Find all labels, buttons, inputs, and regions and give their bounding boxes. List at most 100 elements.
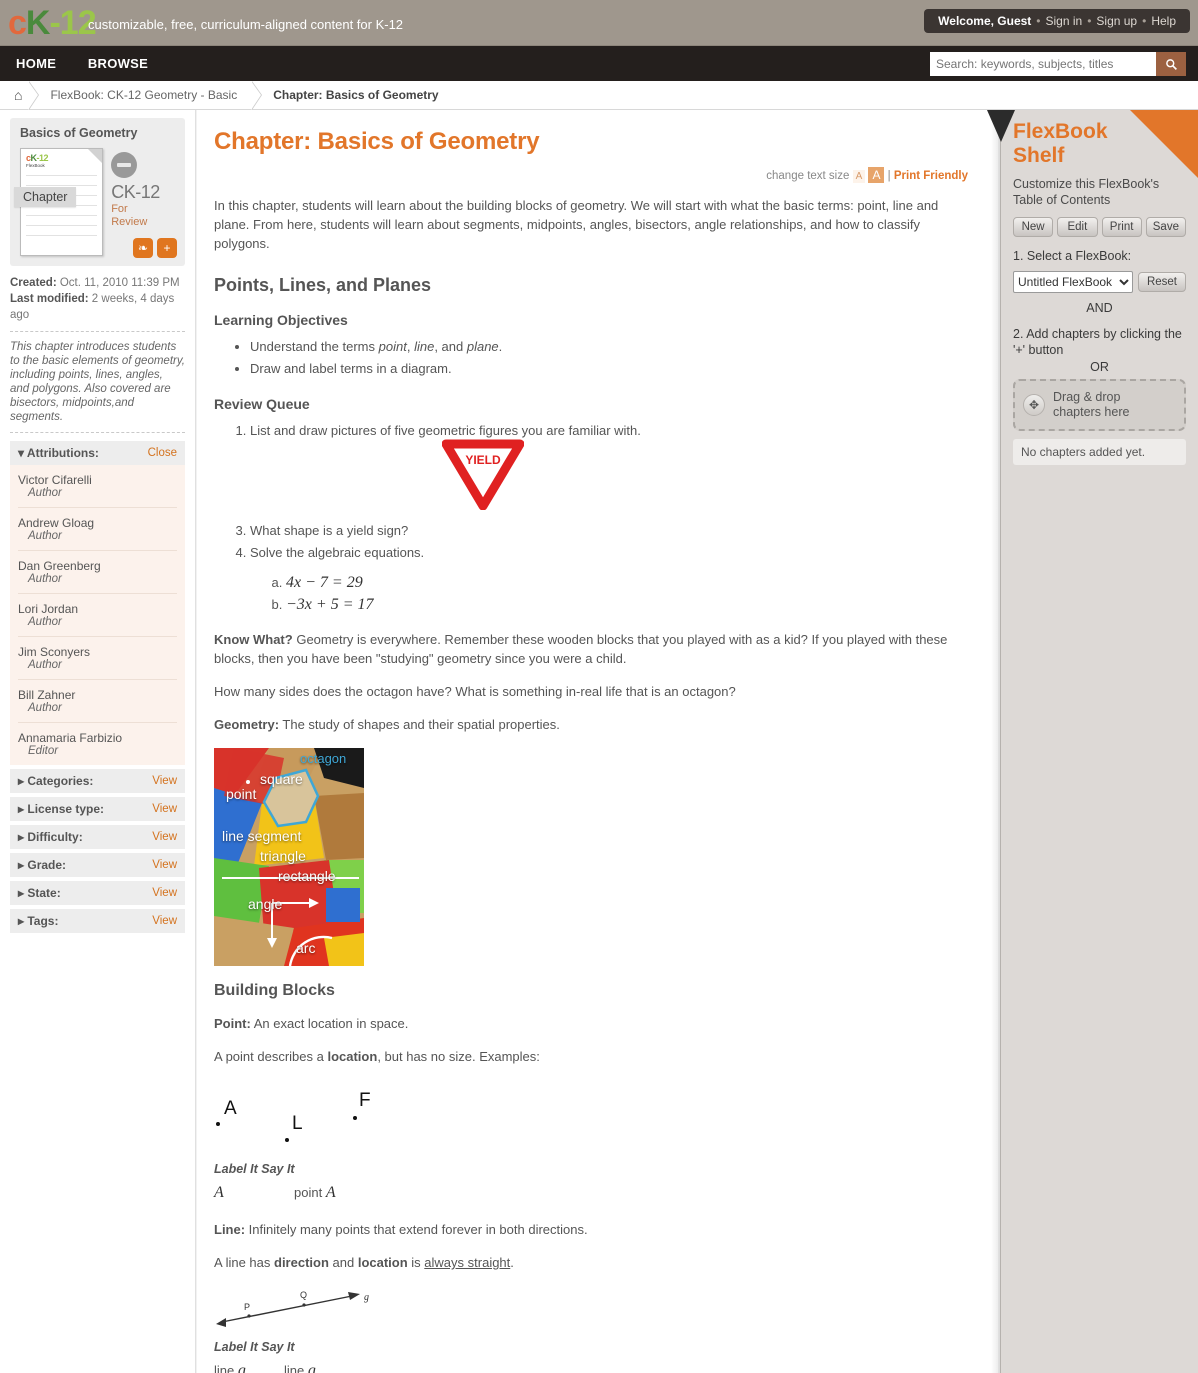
breadcrumb-item-flexbook[interactable]: FlexBook: CK-12 Geometry - Basic xyxy=(38,81,251,110)
sidebar: Basics of Geometry cK-12 FlexBook Chapte… xyxy=(0,110,196,1373)
shelf-button-print[interactable]: Print xyxy=(1101,217,1142,237)
accordion-label: ▸ License type: xyxy=(18,802,105,816)
crumb-arrow-2 xyxy=(251,80,262,110)
accordion-label: ▸ Tags: xyxy=(18,914,59,928)
metadata: Created: Oct. 11, 2010 11:39 PM Last mod… xyxy=(10,275,185,323)
point-desc-part2: , but has no size. Examples: xyxy=(377,1049,540,1064)
shelf-button-edit[interactable]: Edit xyxy=(1057,217,1098,237)
svg-text:P: P xyxy=(244,1302,250,1312)
sep-2: • xyxy=(1087,14,1092,28)
label-point: point xyxy=(226,786,257,802)
point-description: A point describes a location, but has no… xyxy=(214,1047,968,1066)
toolbar-divider: | xyxy=(887,170,891,182)
thumb-chapter-label: Chapter xyxy=(14,187,77,207)
reset-button[interactable]: Reset xyxy=(1137,272,1186,292)
no-entry-icon xyxy=(111,152,138,178)
attribution-row: Bill Zahner Author xyxy=(18,680,177,723)
point-definition: Point: An exact location in space. xyxy=(214,1014,968,1033)
sidebar-accordion-state[interactable]: ▸ State: View xyxy=(10,881,185,905)
label-line-segment: line segment xyxy=(222,828,302,844)
attribution-role: Author xyxy=(28,659,62,671)
accordion-view-link[interactable]: View xyxy=(152,775,177,787)
sign-in-link[interactable]: Sign in xyxy=(1046,14,1083,28)
attribution-name: Lori Jordan xyxy=(18,602,79,616)
shelf-button-new[interactable]: New xyxy=(1013,217,1054,237)
label-angle: angle xyxy=(248,896,283,912)
accordion-label: ▸ Difficulty: xyxy=(18,830,83,844)
drop-text-line2: chapters here xyxy=(1053,405,1130,419)
accordion-view-link[interactable]: View xyxy=(152,859,177,871)
chapter-thumbnail[interactable]: cK-12 FlexBook Chapter xyxy=(14,148,104,256)
breadcrumb: ⌂ FlexBook: CK-12 Geometry - Basic Chapt… xyxy=(0,80,1198,110)
point-desc-bold: location xyxy=(327,1049,378,1064)
sidebar-accordion-difficulty[interactable]: ▸ Difficulty: View xyxy=(10,825,185,849)
sidebar-accordions: ▸ Categories: View ▸ License type: View ▸ Di… xyxy=(10,769,185,933)
created-value: Oct. 11, 2010 11:39 PM xyxy=(59,277,180,289)
shelf-shadow xyxy=(991,110,1001,1373)
nav-browse[interactable]: BROWSE xyxy=(76,46,160,81)
yield-sign-figure: YIELD xyxy=(232,439,968,520)
breadcrumb-item-chapter: Chapter: Basics of Geometry xyxy=(273,87,439,102)
flexbook-select-row: Untitled FlexBook Reset xyxy=(1013,271,1186,293)
help-link[interactable]: Help xyxy=(1151,14,1176,28)
list-item: Draw and label terms in a diagram. xyxy=(250,358,968,380)
thumb-sub: FlexBook xyxy=(26,163,45,168)
point-dot xyxy=(246,780,250,784)
accordion-label: ▸ State: xyxy=(18,886,61,900)
shelf-button-save[interactable]: Save xyxy=(1145,217,1186,237)
drag-drop-zone[interactable]: ✥ Drag & drop chapters here xyxy=(1013,379,1186,431)
learning-objectives-heading: Learning Objectives xyxy=(214,312,348,328)
geometry-definition: Geometry: The study of shapes and their … xyxy=(214,715,968,734)
sidebar-accordion-tags[interactable]: ▸ Tags: View xyxy=(10,909,185,933)
flexbook-select[interactable]: Untitled FlexBook xyxy=(1013,271,1133,293)
list-item: Solve the algebraic equations. 4x − 7 = … xyxy=(250,542,968,616)
created-label: Created: xyxy=(10,277,57,289)
move-icon: ✥ xyxy=(1023,394,1045,416)
text-size-large-button[interactable]: A xyxy=(868,167,885,183)
page-title: Chapter: Basics of Geometry xyxy=(214,128,540,155)
attributions-close[interactable]: Close xyxy=(148,447,177,459)
review-queue-heading: Review Queue xyxy=(214,396,310,412)
attribution-row: Jim Sconyers Author xyxy=(18,637,177,680)
text-size-controls: change text size A A | Print Friendly xyxy=(214,167,968,183)
empty-chapters-message: No chapters added yet. xyxy=(1013,439,1186,465)
intro-paragraph: In this chapter, students will learn abo… xyxy=(214,198,939,251)
line-notation-label-1: line g xyxy=(214,1362,246,1373)
chapter-card: Basics of Geometry cK-12 FlexBook Chapte… xyxy=(10,118,185,266)
text-size-small-button[interactable]: A xyxy=(852,170,866,183)
accordion-view-link[interactable]: View xyxy=(152,915,177,927)
section-heading-points-lines-planes: Points, Lines, and Planes xyxy=(214,275,432,295)
home-icon[interactable]: ⌂ xyxy=(10,87,28,103)
nav-home[interactable]: HOME xyxy=(4,46,68,81)
created-row: Created: Oct. 11, 2010 11:39 PM xyxy=(10,275,185,291)
sign-up-link[interactable]: Sign up xyxy=(1096,14,1137,28)
line-desc-underline: always straight xyxy=(424,1255,511,1270)
sidebar-accordion-licensetype[interactable]: ▸ License type: View xyxy=(10,797,185,821)
list-item: What shape is a yield sign? xyxy=(250,520,968,542)
plus-icon[interactable]: + xyxy=(157,238,177,258)
share-icon[interactable]: ❧ xyxy=(133,238,153,258)
sep-3: • xyxy=(1142,14,1147,28)
flexbook-shelf-panel: FlexBook Shelf Customize this FlexBook's… xyxy=(987,110,1198,1373)
search-button[interactable] xyxy=(1156,52,1186,76)
accordion-view-link[interactable]: View xyxy=(152,887,177,899)
review-line-2: Review xyxy=(111,216,148,228)
divider-2 xyxy=(10,432,185,433)
site-tagline: customizable, free, curriculum-aligned c… xyxy=(88,17,404,32)
change-text-size-label: change text size xyxy=(766,170,850,182)
sidebar-accordion-categories[interactable]: ▸ Categories: View xyxy=(10,769,185,793)
attributions-header[interactable]: ▾ Attributions: Close xyxy=(10,441,185,465)
line-notation-row-1: line g line g xyxy=(214,1360,968,1373)
label-square: square xyxy=(260,771,303,787)
shelf-button-row: New Edit Print Save xyxy=(1013,217,1186,237)
accordion-view-link[interactable]: View xyxy=(152,803,177,815)
ck12-logo[interactable]: cK-12 xyxy=(8,4,97,42)
sidebar-accordion-grade[interactable]: ▸ Grade: View xyxy=(10,853,185,877)
label-octagon: octagon xyxy=(300,751,347,766)
search-input[interactable] xyxy=(930,52,1156,76)
accordion-view-link[interactable]: View xyxy=(152,831,177,843)
geometry-def-text: The study of shapes and their spatial pr… xyxy=(279,717,560,732)
print-friendly-link[interactable]: Print Friendly xyxy=(894,170,968,182)
attribution-role: Author xyxy=(28,487,62,499)
label-arc: arc xyxy=(296,940,316,956)
